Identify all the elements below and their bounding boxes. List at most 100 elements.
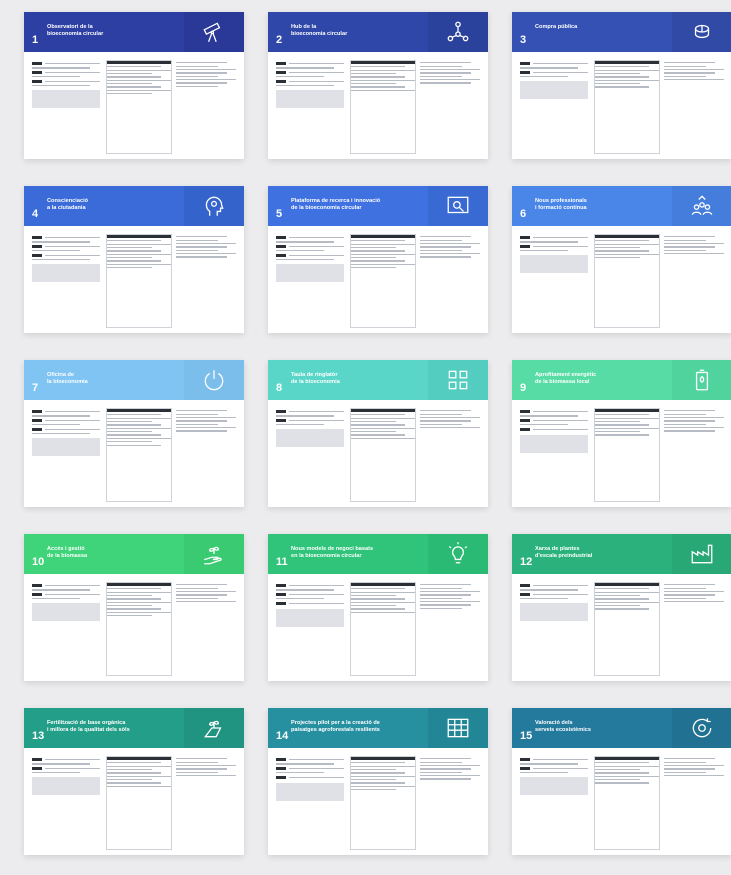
soil-sprout-icon [184, 708, 244, 748]
card-column-left [276, 756, 344, 801]
card-column-left [32, 582, 100, 622]
card-column-left [32, 408, 100, 457]
action-card[interactable]: 9 Aprofitament energètic de la biomassa … [512, 360, 731, 507]
card-column-right [664, 60, 724, 82]
cycle-arrows-icon [672, 708, 731, 748]
card-column-left [276, 60, 344, 109]
card-column-right [664, 756, 724, 778]
action-card[interactable]: 11 Nous models de negoci basats en la bi… [268, 534, 488, 681]
card-column-middle [106, 408, 172, 502]
card-title: Accés i gestió de la biomassa [47, 546, 88, 559]
people-growth-icon [672, 186, 731, 226]
power-icon [184, 360, 244, 400]
card-title: Valoració dels serveis ecosistèmics [535, 720, 591, 733]
card-number: 1 [32, 34, 39, 46]
action-card[interactable]: 10 Accés i gestió de la biomassa [24, 534, 244, 681]
card-column-left [520, 234, 588, 274]
card-column-middle [594, 234, 660, 328]
action-card[interactable]: 4 Conscienciació a la ciutadania [24, 186, 244, 333]
card-title: Nous models de negoci basats en la bioec… [291, 546, 374, 559]
battery-leaf-icon [672, 360, 731, 400]
card-column-middle [350, 756, 416, 850]
city-grid-icon [428, 360, 488, 400]
card-column-left [520, 582, 588, 622]
card-column-right [664, 234, 724, 256]
card-column-right [420, 582, 480, 611]
card-number: 10 [32, 556, 45, 568]
card-column-middle [106, 60, 172, 154]
card-column-left [276, 582, 344, 627]
card-column-middle [106, 582, 172, 676]
card-column-right [176, 756, 236, 778]
action-card[interactable]: 6 Nous professionals i formació contínua [512, 186, 731, 333]
card-column-right [176, 60, 236, 89]
forest-grid-icon [428, 708, 488, 748]
action-card[interactable]: 12 Xarxa de plantes d'escala preindustri… [512, 534, 731, 681]
card-title: Hub de la bioeconomia circular [291, 24, 348, 37]
card-number: 4 [32, 208, 39, 220]
card-column-middle [350, 408, 416, 502]
card-number: 2 [276, 34, 283, 46]
action-card[interactable]: 14 Projectes pilot per a la creació de p… [268, 708, 488, 855]
card-number: 3 [520, 34, 527, 46]
card-title: Plataforma de recerca i innovació de la … [291, 198, 381, 211]
card-column-middle [594, 60, 660, 154]
action-card[interactable]: 8 Taula de ringlatòr de la bioeconomia [268, 360, 488, 507]
card-column-middle [106, 756, 172, 850]
head-idea-icon [184, 186, 244, 226]
action-card[interactable]: 3 Compra pública [512, 12, 731, 159]
card-column-right [664, 582, 724, 604]
card-column-right [176, 582, 236, 604]
search-screen-icon [428, 186, 488, 226]
action-card[interactable]: 15 Valoració dels serveis ecosistèmics [512, 708, 731, 855]
card-column-middle [594, 756, 660, 850]
coins-icon [672, 12, 731, 52]
action-card[interactable]: 2 Hub de la bioeconomia circular [268, 12, 488, 159]
card-title: Nous professionals i formació contínua [535, 198, 587, 211]
card-column-left [32, 60, 100, 109]
action-card[interactable]: 5 Plataforma de recerca i innovació de l… [268, 186, 488, 333]
card-column-right [176, 234, 236, 260]
network-people-icon [428, 12, 488, 52]
card-title: Taula de ringlatòr de la bioeconomia [291, 372, 340, 385]
card-title: Fertilització de base orgànica i millora… [47, 720, 130, 733]
card-column-middle [594, 408, 660, 502]
card-column-right [420, 408, 480, 430]
card-number: 5 [276, 208, 283, 220]
card-column-left [32, 756, 100, 796]
card-number: 12 [520, 556, 533, 568]
card-number: 7 [32, 382, 39, 394]
action-card[interactable]: 13 Fertilització de base orgànica i mill… [24, 708, 244, 855]
card-number: 8 [276, 382, 283, 394]
card-column-left [276, 234, 344, 283]
action-cards-grid: 1 Observatori de la bioeconomia circular… [0, 0, 731, 875]
lightbulb-icon [428, 534, 488, 574]
card-column-right [664, 408, 724, 434]
card-column-right [420, 756, 480, 782]
card-column-left [32, 234, 100, 283]
card-number: 15 [520, 730, 533, 742]
card-column-middle [350, 60, 416, 154]
card-column-left [276, 408, 344, 448]
card-number: 11 [276, 556, 288, 568]
card-column-left [520, 756, 588, 796]
card-title: Projectes pilot per a la creació de pais… [291, 720, 380, 733]
card-column-right [420, 60, 480, 86]
card-title: Conscienciació a la ciutadania [47, 198, 89, 211]
card-title: Compra pública [535, 24, 578, 30]
card-column-middle [594, 582, 660, 676]
action-card[interactable]: 1 Observatori de la bioeconomia circular [24, 12, 244, 159]
telescope-icon [184, 12, 244, 52]
card-column-right [420, 234, 480, 260]
card-column-left [520, 408, 588, 453]
action-card[interactable]: 7 Oficina de la bioeconomia [24, 360, 244, 507]
card-title: Aprofitament energètic de la biomassa lo… [535, 372, 597, 385]
hand-plant-icon [184, 534, 244, 574]
card-number: 6 [520, 208, 527, 220]
card-number: 14 [276, 730, 289, 742]
card-title: Xarxa de plantes d'escala preindustrial [535, 546, 593, 559]
card-number: 9 [520, 382, 527, 394]
factory-icon [672, 534, 731, 574]
card-column-middle [350, 582, 416, 676]
card-column-right [176, 408, 236, 434]
